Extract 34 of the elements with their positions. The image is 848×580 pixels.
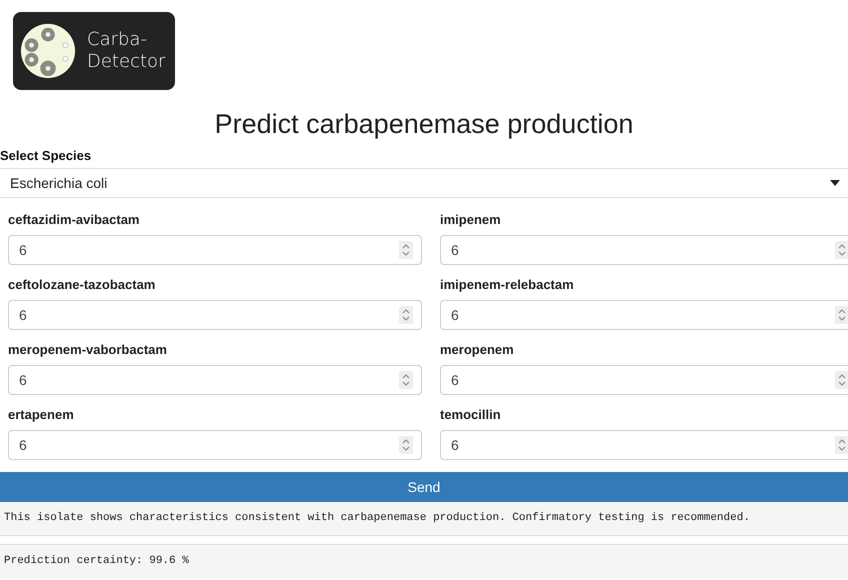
output-text: Prediction certainty: 99.6 % [4,555,189,567]
output-text: This isolate shows characteristics consistent with carbapenemase production. Confirmatory testing is recommended. [4,512,750,524]
page-title: Predict carbapenemase production [214,108,634,141]
spinner-icon [399,436,413,454]
spinner-icon [835,241,848,259]
spinner-icon [399,241,413,259]
number-field[interactable]: 6 [8,365,422,395]
field-label: meropenem [440,341,515,359]
field-label: ertapenem [8,406,75,424]
logo-text: Carba- [87,29,148,51]
number-field[interactable]: 6 [8,430,422,460]
caret-icon [830,180,840,186]
number-field[interactable]: 6 [440,365,848,395]
species-dropdown[interactable]: Escherichia coli [0,168,848,198]
field-label: imipenem-relebactam [440,276,575,294]
spinner-icon [399,306,413,324]
number-field[interactable]: 6 [440,235,848,265]
number-field[interactable]: 6 [440,430,848,460]
field-label: meropenem-vaborbactam [8,341,168,359]
field-label: imipenem [440,211,502,229]
number-field[interactable]: 6 [440,300,848,330]
logo-text: Detector [87,51,166,73]
number-field[interactable]: 6 [8,235,422,265]
field-label: temocillin [440,406,502,424]
petri-dish-icon [19,22,77,80]
spinner-icon [399,371,413,389]
spinner-icon [835,436,848,454]
spinner-icon [835,306,848,324]
number-field[interactable]: 6 [8,300,422,330]
field-label: ceftazidim-avibactam [8,211,140,229]
field-label: ceftolozane-tazobactam [8,276,156,294]
field-label: Select Species [0,148,92,163]
send-button[interactable]: Send [0,472,848,502]
spinner-icon [835,371,848,389]
